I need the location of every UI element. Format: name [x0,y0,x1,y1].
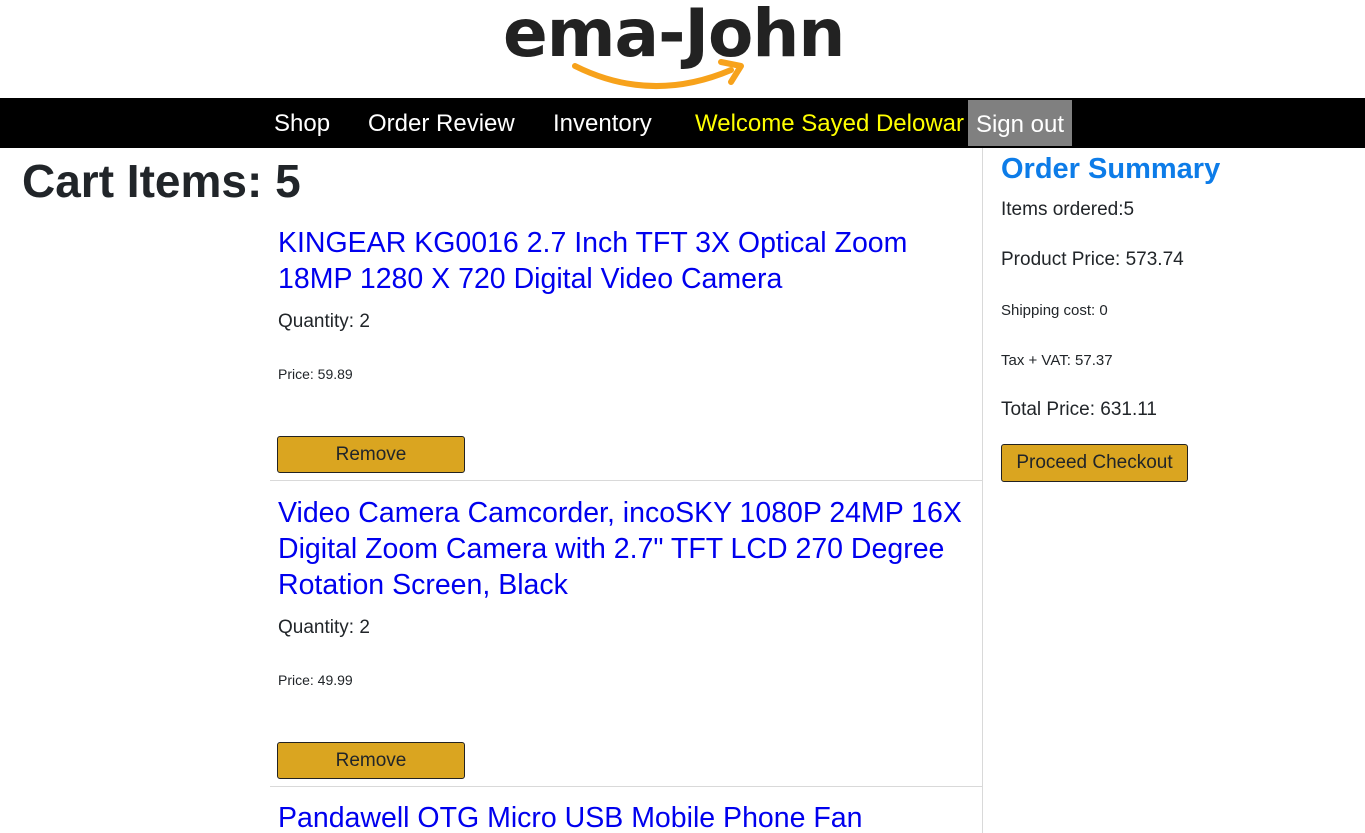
item-price: Price: 49.99 [278,672,353,688]
product-name-link[interactable]: Pandawell OTG Micro USB Mobile Phone Fan [278,800,978,833]
main-navbar: Shop Order Review Inventory Welcome Saye… [0,98,1365,148]
item-quantity: Quantity: 2 [278,311,370,332]
product-name-link[interactable]: KINGEAR KG0016 2.7 Inch TFT 3X Optical Z… [278,225,978,297]
shipping-cost: Shipping cost: 0 [1001,302,1108,319]
cart-item: Video Camera Camcorder, incoSKY 1080P 24… [270,481,982,787]
item-quantity: Quantity: 2 [278,617,370,638]
items-ordered: Items ordered:5 [1001,199,1135,220]
site-header: ema-John [0,0,1365,98]
nav-order-review-link[interactable]: Order Review [368,98,515,148]
smile-arrow-icon [572,59,744,90]
cart-item: KINGEAR KG0016 2.7 Inch TFT 3X Optical Z… [270,148,982,481]
remove-button[interactable]: Remove [277,436,465,473]
remove-button[interactable]: Remove [277,742,465,779]
total-price: Total Price: 631.11 [1001,399,1157,420]
product-name-link[interactable]: Video Camera Camcorder, incoSKY 1080P 24… [278,495,978,603]
logo[interactable]: ema-John [503,0,863,98]
welcome-message: Welcome Sayed Delowar Hossain [695,110,968,137]
cart-items-list: KINGEAR KG0016 2.7 Inch TFT 3X Optical Z… [270,148,983,833]
cart-items-heading: Cart Items: 5 [22,155,301,207]
cart-item: Pandawell OTG Micro USB Mobile Phone Fan [270,787,982,833]
product-price: Product Price: 573.74 [1001,249,1184,270]
order-summary-title: Order Summary [1001,153,1221,185]
item-price: Price: 59.89 [278,366,353,382]
nav-inventory-link[interactable]: Inventory [553,98,652,148]
tax-vat: Tax + VAT: 57.37 [1001,352,1113,369]
proceed-checkout-button[interactable]: Proceed Checkout [1001,444,1188,482]
nav-shop-link[interactable]: Shop [274,98,330,148]
sign-out-button[interactable]: Sign out [968,100,1072,146]
